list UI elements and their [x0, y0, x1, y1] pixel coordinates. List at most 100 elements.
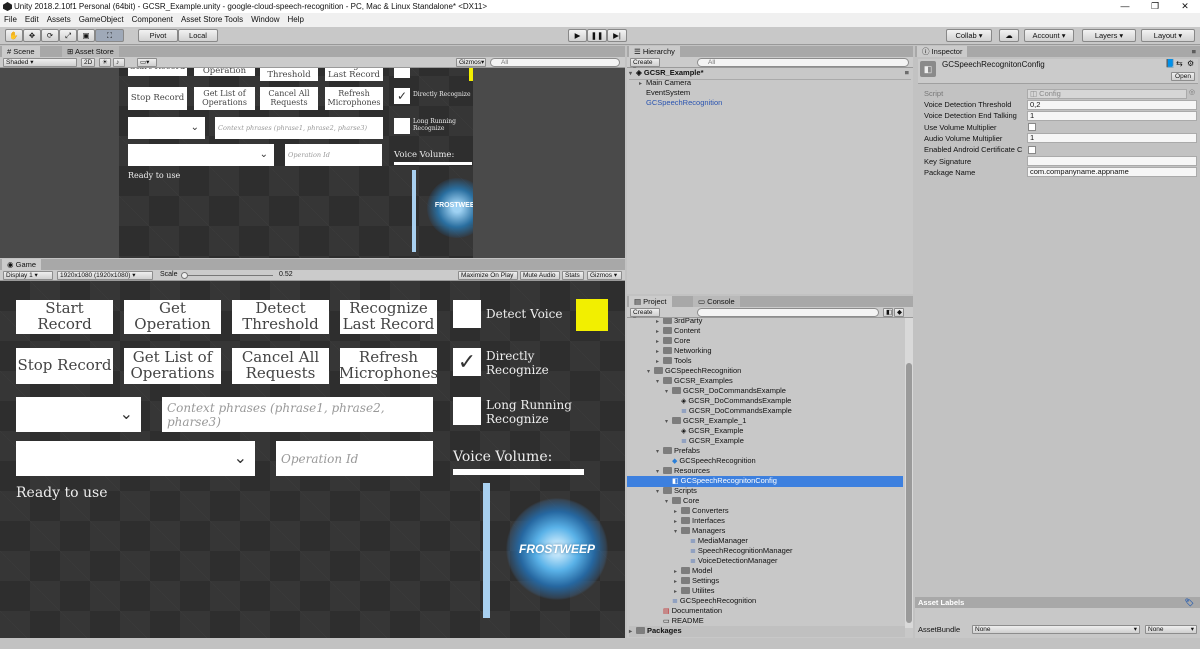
shading-dropdown[interactable]: Shaded ▾	[3, 58, 77, 67]
local-toggle[interactable]: Local	[178, 29, 218, 42]
scene-options-icon[interactable]: ≡	[905, 68, 909, 78]
mute-audio-toggle[interactable]: Mute Audio	[520, 271, 560, 280]
stats-toggle[interactable]: Stats	[562, 271, 584, 280]
audio-icon[interactable]: ♪	[113, 58, 125, 67]
hierarchy-create-button[interactable]: Create ▾	[630, 58, 660, 73]
scale-slider-thumb[interactable]	[181, 272, 188, 279]
rect-tool-button[interactable]: ▣	[77, 29, 95, 42]
display-dropdown[interactable]: Display 1 ▾	[3, 271, 53, 280]
hand-tool-button[interactable]: ✋	[5, 29, 23, 42]
refresh-microphones-button[interactable]: Refresh Microphones	[339, 348, 438, 384]
tab-project[interactable]: ▤ Project	[629, 296, 672, 307]
layers-dropdown[interactable]: Layers ▾	[1082, 29, 1136, 42]
long-running-checkbox[interactable]	[453, 397, 481, 425]
game-gizmos-dropdown[interactable]: Gizmos ▾	[587, 271, 622, 280]
menu-edit[interactable]: Edit	[21, 15, 43, 24]
context-phrases-input[interactable]: Context phrases (phrase1, phrase2, phars…	[162, 397, 433, 432]
account-dropdown[interactable]: Account ▾	[1024, 29, 1074, 42]
play-button[interactable]: ▶	[568, 29, 587, 42]
inspector-text-field[interactable]: 0,2	[1027, 99, 1197, 110]
cancel-all-requests-button[interactable]: Cancel All Requests	[232, 348, 329, 384]
menu-window[interactable]: Window	[247, 15, 283, 24]
start-record-button[interactable]: Start Record	[16, 300, 113, 334]
tab-game[interactable]: ◉ Game	[2, 259, 42, 270]
lighting-icon[interactable]: ☀	[99, 58, 111, 67]
transform-tool-button[interactable]: ⛶	[95, 29, 124, 42]
project-item-label: Content	[674, 326, 701, 335]
inspector-text-field[interactable]: com.companyname.appname	[1027, 167, 1197, 178]
tab-asset-store[interactable]: ⊞ Asset Store	[62, 46, 119, 57]
project-search-input[interactable]	[697, 308, 879, 317]
tag-icon[interactable]: 🏷	[1184, 597, 1194, 608]
scene-gizmos-dropdown[interactable]: Gizmos▾	[456, 58, 486, 67]
preset-icon[interactable]: ⇆	[1176, 59, 1183, 68]
tab-scene[interactable]: # Scene	[2, 46, 40, 57]
project-item-label: Scripts	[674, 486, 697, 495]
menu-file[interactable]: File	[0, 15, 21, 24]
asset-variant-dropdown[interactable]: None ▾	[1145, 625, 1197, 634]
filter-type-icon[interactable]: ◧	[883, 308, 893, 317]
inspector-text-field[interactable]: 1	[1027, 133, 1197, 144]
open-button[interactable]: Open	[1171, 72, 1195, 81]
inspector-checkbox[interactable]	[1028, 123, 1036, 132]
scene-search-input[interactable]: All	[490, 58, 620, 67]
script-icon: ≣	[690, 558, 696, 565]
language-dropdown[interactable]: ⌄	[16, 441, 255, 476]
project-scrollbar-thumb[interactable]	[906, 363, 912, 623]
resolution-dropdown[interactable]: 1920x1080 (1920x1080) ▾	[57, 271, 153, 280]
tab-console[interactable]: ▭ Console	[693, 296, 740, 307]
scene-volume-slider	[412, 170, 416, 252]
maximize-button[interactable]: ❐	[1140, 0, 1170, 13]
tab-hierarchy[interactable]: ☰ Hierarchy	[629, 46, 680, 57]
menu-assets[interactable]: Assets	[43, 15, 75, 24]
menu-component[interactable]: Component	[128, 15, 177, 24]
hierarchy-item-eventsystem[interactable]: EventSystem	[646, 88, 690, 98]
maximize-on-play-toggle[interactable]: Maximize On Play	[458, 271, 518, 280]
move-tool-button[interactable]: ✥	[23, 29, 41, 42]
operation-id-input[interactable]: Operation Id	[276, 441, 433, 476]
layout-dropdown[interactable]: Layout ▾	[1141, 29, 1195, 42]
pivot-toggle[interactable]: Pivot	[138, 29, 178, 42]
step-button[interactable]: ▶|	[607, 29, 627, 42]
inspector-checkbox[interactable]	[1028, 145, 1036, 154]
folder-icon	[672, 417, 681, 424]
detect-threshold-button[interactable]: Detect Threshold	[232, 300, 329, 334]
scale-slider-track[interactable]	[181, 275, 273, 276]
close-button[interactable]: ✕	[1170, 0, 1200, 13]
packages-folder[interactable]: ▸ Packages	[629, 626, 905, 637]
menu-help[interactable]: Help	[284, 15, 308, 24]
detect-voice-checkbox[interactable]	[453, 300, 481, 328]
menu-gameobject[interactable]: GameObject	[75, 15, 128, 24]
tab-inspector[interactable]: ⓘ Inspector	[917, 46, 968, 57]
effects-dropdown[interactable]: ▭▾	[137, 58, 157, 67]
scene-view[interactable]: Start Record Get Operation Detect Thresh…	[0, 68, 625, 258]
asset-bundle-dropdown[interactable]: None ▾	[972, 625, 1140, 634]
hierarchy-item-gcspeechrecognition[interactable]: GCSpeechRecognition	[646, 98, 722, 108]
stop-record-button[interactable]: Stop Record	[16, 348, 113, 384]
pause-button[interactable]: ❚❚	[587, 29, 607, 42]
get-list-of-operations-button[interactable]: Get List of Operations	[124, 348, 221, 384]
filter-label-icon[interactable]: ◆	[894, 308, 904, 317]
inspector-menu-icon[interactable]: ≡	[1192, 46, 1196, 57]
2d-toggle[interactable]: 2D	[81, 58, 95, 67]
help-icon[interactable]: 📘	[1165, 59, 1175, 68]
inspector-text-field[interactable]	[1027, 156, 1197, 166]
collab-button[interactable]: Collab ▾	[946, 29, 992, 42]
directly-recognize-checkbox[interactable]: ✓	[453, 348, 481, 376]
asset-labels-header[interactable]: Asset Labels 🏷	[915, 597, 1200, 608]
scriptable-object-icon: ◧	[920, 61, 936, 77]
microphone-dropdown[interactable]: ⌄	[16, 397, 141, 432]
menu-asset-store-tools[interactable]: Asset Store Tools	[177, 15, 247, 24]
get-operation-button[interactable]: Get Operation	[124, 300, 221, 334]
project-create-button[interactable]: Create ▾	[630, 308, 660, 323]
cloud-button[interactable]: ☁	[999, 29, 1019, 42]
minimize-button[interactable]: —	[1110, 0, 1140, 13]
volume-slider[interactable]	[483, 483, 490, 618]
settings-gear-icon[interactable]: ⚙	[1187, 59, 1194, 68]
inspector-text-field[interactable]: 1	[1027, 110, 1197, 121]
project-tree: ▸ 3rdParty ▸ Content ▸ Core ▸ Networking ▸ Tools ▾…	[627, 318, 913, 638]
scale-tool-button[interactable]: ⤢	[59, 29, 77, 42]
rotate-tool-button[interactable]: ⟳	[41, 29, 59, 42]
hierarchy-search-input[interactable]: All	[697, 58, 909, 67]
recognize-last-record-button[interactable]: Recognize Last Record	[340, 300, 437, 334]
